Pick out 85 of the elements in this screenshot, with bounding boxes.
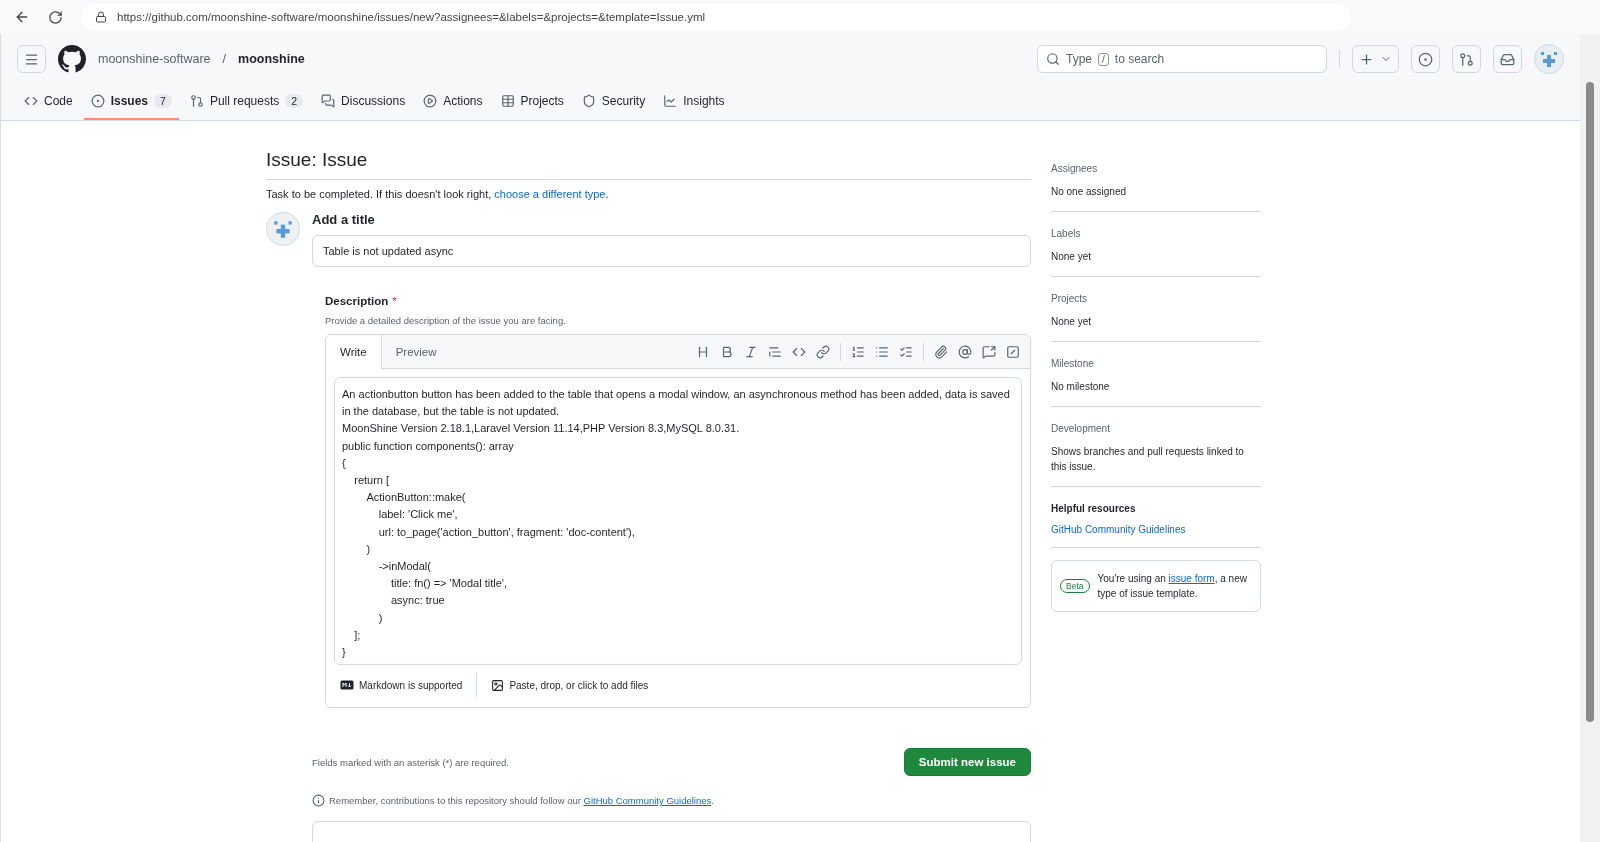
back-icon[interactable] — [14, 9, 30, 25]
lock-icon — [95, 11, 107, 23]
breadcrumb-separator: / — [222, 52, 227, 66]
info-icon — [312, 794, 325, 807]
owner-link[interactable]: moonshine-software — [98, 52, 211, 66]
sidebar-value: None yet — [1051, 250, 1093, 264]
pull-request-icon — [189, 94, 204, 108]
repo-link[interactable]: moonshine — [238, 52, 305, 66]
numbered-list-icon[interactable] — [851, 344, 865, 359]
repo-tab[interactable]: Insights — [656, 84, 732, 120]
count-badge: 2 — [285, 94, 304, 108]
speech-bubbles-icon — [321, 94, 336, 108]
bold-icon[interactable] — [720, 344, 734, 359]
sidebar-value: None yet — [1051, 315, 1093, 329]
repo-tab[interactable]: Actions — [416, 84, 490, 120]
bullet-list-icon[interactable] — [875, 344, 889, 359]
scrollbar-thumb[interactable] — [1586, 82, 1594, 722]
line-graph-icon — [663, 94, 678, 108]
user-avatar[interactable] — [1534, 44, 1564, 74]
circle-dot-icon — [1418, 51, 1433, 67]
submit-button[interactable]: Submit new issue — [903, 748, 1031, 776]
sidebar-heading: Helpful resources — [1051, 503, 1137, 514]
editor-tab[interactable]: Preview — [381, 335, 451, 368]
attach-files-note[interactable]: Paste, drop, or click to add files — [491, 678, 649, 692]
guidelines-reminder: Remember, contributions to this repository should follow our GitHub Community Guidelines. — [329, 795, 714, 806]
repo-tab[interactable]: Security — [574, 84, 653, 120]
count-badge: 7 — [154, 94, 172, 108]
pull-request-icon — [1459, 51, 1474, 67]
title-label: Add a title — [312, 212, 376, 227]
menu-icon — [24, 51, 39, 67]
search-field[interactable]: Type / to search — [1037, 45, 1327, 73]
repo-tab[interactable]: Code — [17, 84, 80, 120]
title-input[interactable]: Table is not updated async — [312, 235, 1031, 267]
shield-icon — [581, 94, 596, 108]
plus-icon — [1359, 51, 1374, 67]
repo-tab[interactable]: Discussions — [314, 84, 413, 120]
sidebar-value: Shows branches and pull requests linked to this issue. — [1051, 445, 1245, 474]
template-intro: Task to be completed. If this doesn't look right, choose a different type. — [266, 188, 610, 200]
issue-form-link[interactable]: issue form — [1168, 573, 1215, 584]
search-icon — [1046, 52, 1060, 66]
sidebar-heading: Labels — [1051, 228, 1082, 239]
issues-button[interactable] — [1411, 45, 1440, 73]
required-note: Fields marked with an asterisk (*) are required. — [312, 756, 509, 768]
slash-command-icon[interactable] — [1006, 344, 1020, 359]
heading-icon[interactable] — [696, 344, 710, 359]
quote-icon[interactable] — [768, 344, 782, 359]
sidebar-value: No milestone — [1051, 380, 1111, 394]
italic-icon[interactable] — [744, 344, 758, 359]
inbox-icon — [1500, 51, 1515, 67]
task-list-icon[interactable] — [899, 344, 913, 359]
markdown-note[interactable]: Markdown is supported — [340, 679, 463, 691]
page-heading: Issue: Issue — [266, 149, 1031, 180]
description-field[interactable]: An actionbutton button has been added to the table that opens a modal window, an asynchronous method has been added, data is saved in the database, but the table is not updated. MoonShine Version 2.18.1,Laravel Version 11.14,PHP Version 8.3,MySQL 8.0.31. public function components(): array { return [ ActionButton::make( label: 'Click me', url: to_page('action_button', fragment: 'doc-content'), ) ->inModal( title: fn() => 'Modal title', async: true ) ]; } — [334, 377, 1022, 665]
code-icon — [24, 94, 38, 108]
menu-button[interactable] — [17, 45, 46, 73]
guidelines-link[interactable]: GitHub Community Guidelines — [1051, 524, 1261, 535]
markdown-icon — [340, 680, 354, 690]
repo-tab[interactable]: Projects — [493, 84, 571, 120]
reference-icon[interactable] — [982, 344, 996, 359]
at-sign-icon[interactable] — [958, 344, 972, 359]
play-icon — [423, 94, 438, 108]
github-logo[interactable] — [58, 45, 86, 73]
image-icon — [491, 678, 505, 692]
plus-avatar-icon — [1539, 49, 1559, 69]
repo-tab[interactable]: Issues 7 — [83, 84, 179, 120]
pull-requests-button[interactable] — [1452, 45, 1481, 73]
description-hint: Provide a detailed description of the issue you are facing. — [325, 315, 567, 326]
link-icon[interactable] — [816, 344, 830, 359]
address-bar[interactable]: https://github.com/moonshine-software/moonshine/issues/new?assignees=&labels=&projects=&template=Issue.yml — [81, 4, 1351, 30]
sidebar-heading: Milestone — [1051, 358, 1095, 369]
sidebar-heading: Development — [1051, 423, 1111, 434]
paperclip-icon[interactable] — [934, 344, 948, 359]
circle-dot-icon — [90, 94, 105, 108]
repo-tab[interactable]: Pull requests 2 — [182, 84, 311, 120]
url-text: https://github.com/moonshine-software/moonshine/issues/new?assignees=&labels=&projects=&template=Issue.yml — [117, 11, 706, 23]
description-label: Description * — [325, 295, 398, 307]
sidebar-heading: Assignees — [1051, 163, 1099, 174]
beta-notice-text: You're using an issue form, a new type of issue template. — [1097, 572, 1248, 601]
plus-avatar-icon — [272, 218, 294, 240]
sidebar-value: No one assigned — [1051, 185, 1128, 199]
editor-tab[interactable]: Write — [326, 335, 382, 369]
reload-icon[interactable] — [48, 9, 63, 25]
sidebar-heading: Projects — [1051, 293, 1089, 304]
inbox-button[interactable] — [1493, 45, 1522, 73]
table-icon — [500, 94, 515, 108]
